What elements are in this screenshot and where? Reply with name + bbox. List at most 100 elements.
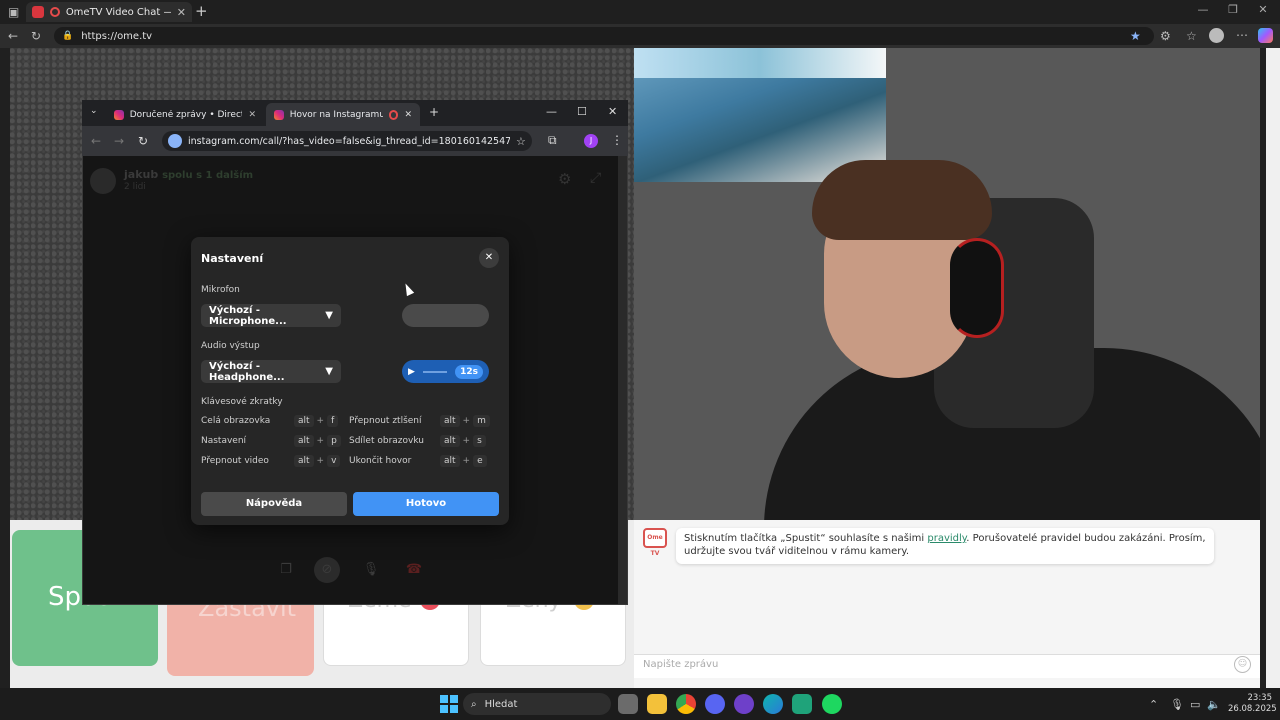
address-bar[interactable]: 🔒 https://ome.tv: [54, 27, 1154, 45]
more-menu-icon[interactable]: ⋮: [611, 133, 623, 147]
rules-text-prefix: Stisknutím tlačítka „Spustit“ souhlasíte…: [684, 533, 928, 544]
bookmark-star-icon[interactable]: ☆: [516, 135, 526, 148]
tab-search-icon[interactable]: ⌄: [90, 106, 98, 116]
close-icon[interactable]: ✕: [479, 248, 499, 268]
caller-with-text: spolu s 1 dalším: [162, 170, 254, 181]
instagram-address-bar[interactable]: instagram.com/call/?has_video=false&ig_t…: [162, 131, 532, 151]
instagram-tab-direct[interactable]: Doručené zprávy • Direct ✕: [106, 103, 264, 126]
audio-output-select[interactable]: Výchozí - Headphone... ▼: [201, 360, 341, 383]
share-screen-icon[interactable]: ❐: [273, 557, 299, 583]
new-tab-button[interactable]: +: [429, 105, 439, 119]
shortcut-key: alt: [294, 415, 314, 427]
taskbar-search-label: Hledat: [484, 698, 518, 710]
more-menu-icon[interactable]: ⋯: [1236, 28, 1248, 42]
shortcut-keys: alt + v: [294, 455, 341, 467]
minimize-button[interactable]: —: [1188, 3, 1218, 16]
windows-start-icon[interactable]: [440, 695, 458, 713]
tab-actions-icon[interactable]: ▣: [8, 5, 19, 19]
back-arrow-icon[interactable]: ←: [8, 29, 18, 43]
taskbar-clock[interactable]: 23:35 26.08.2025: [1228, 693, 1277, 715]
address-bar-url: https://ome.tv: [81, 30, 153, 42]
instagram-tab-call[interactable]: Hovor na Instagramu ✕: [266, 103, 420, 126]
new-tab-button[interactable]: +: [195, 2, 208, 20]
close-window-button[interactable]: ✕: [1248, 3, 1278, 16]
settings-gear-icon[interactable]: ⚙: [558, 170, 571, 188]
person-hair: [812, 160, 992, 240]
help-button[interactable]: Nápověda: [201, 492, 347, 516]
discord-icon[interactable]: [705, 694, 725, 714]
instagram-url: instagram.com/call/?has_video=false&ig_t…: [188, 135, 510, 147]
end-call-icon[interactable]: ☎: [401, 557, 427, 583]
chrome-icon[interactable]: [676, 694, 696, 714]
network-icon[interactable]: ▭: [1190, 698, 1200, 711]
rules-message: Stisknutím tlačítka „Spustit“ souhlasíte…: [676, 528, 1214, 564]
task-view-icon[interactable]: [618, 694, 638, 714]
edge-icon[interactable]: [763, 694, 783, 714]
message-input[interactable]: [634, 654, 1260, 678]
emoji-icon[interactable]: ☺: [1234, 656, 1251, 673]
recording-icon: [388, 109, 399, 120]
shortcut-key: s: [473, 435, 486, 447]
audio-output-select-value: Výchozí - Headphone...: [209, 360, 285, 383]
shortcut-plus: +: [316, 436, 325, 446]
app-icon[interactable]: [792, 694, 812, 714]
taskbar: [0, 688, 1280, 720]
shortcut-plus: +: [462, 456, 471, 466]
refresh-icon[interactable]: ↻: [138, 134, 148, 148]
chevron-up-icon[interactable]: ⌃: [1149, 698, 1158, 711]
file-explorer-icon[interactable]: [647, 694, 667, 714]
play-icon[interactable]: ▶: [408, 367, 415, 377]
forward-arrow-icon[interactable]: →: [114, 134, 124, 148]
shortcut-plus: +: [462, 416, 471, 426]
close-tab-icon[interactable]: ✕: [404, 110, 412, 120]
profile-avatar[interactable]: J: [584, 134, 598, 148]
recording-icon: [49, 7, 60, 17]
audio-output-label: Audio výstup: [201, 341, 260, 351]
video-off-icon[interactable]: ⊘: [314, 557, 340, 583]
rules-link[interactable]: pravidly: [927, 533, 966, 544]
microphone-icon[interactable]: 🎙: [1170, 698, 1184, 711]
close-tab-icon[interactable]: ✕: [248, 110, 256, 120]
shortcut-key: alt: [440, 415, 460, 427]
favorite-star-icon[interactable]: ★: [1130, 29, 1141, 43]
github-icon[interactable]: [734, 694, 754, 714]
shortcut-key: alt: [294, 455, 314, 467]
copilot-icon[interactable]: [1258, 28, 1273, 43]
shortcut-keys: alt + s: [440, 435, 486, 447]
profile-avatar[interactable]: [1209, 28, 1224, 43]
instagram-tab-direct-label: Doručené zprávy • Direct: [129, 109, 243, 120]
microphone-select[interactable]: Výchozí - Microphone... ▼: [201, 304, 341, 327]
page-scrollbar[interactable]: [1266, 48, 1280, 688]
instagram-tab-call-label: Hovor na Instagramu: [289, 109, 383, 120]
microphone-icon[interactable]: 🎙: [358, 557, 384, 583]
microphone-permission-icon[interactable]: [168, 134, 182, 148]
shortcut-name: Ukončit hovor: [349, 456, 412, 466]
shortcut-name: Celá obrazovka: [201, 416, 271, 426]
shortcut-key: alt: [440, 435, 460, 447]
microphone-level-meter: [402, 304, 489, 327]
done-button[interactable]: Hotovo: [353, 492, 499, 516]
spotify-icon[interactable]: [822, 694, 842, 714]
headphones: [950, 238, 1004, 338]
taskbar-search[interactable]: ⌕ Hledat: [463, 693, 611, 715]
minimize-button[interactable]: —: [546, 105, 557, 118]
close-window-button[interactable]: ✕: [608, 105, 617, 118]
restore-button[interactable]: ❐: [1218, 3, 1248, 16]
shortcut-key: v: [327, 455, 341, 467]
browser-tab-ometv[interactable]: OmeTV Video Chat — Ome ✕: [26, 2, 192, 22]
back-arrow-icon[interactable]: ←: [91, 134, 101, 148]
remote-video-feed: [634, 48, 1260, 520]
fullscreen-icon[interactable]: ⤢: [590, 170, 601, 186]
audio-test-player[interactable]: ▶ 12s: [402, 360, 489, 383]
maximize-button[interactable]: ☐: [577, 105, 587, 118]
close-tab-icon[interactable]: ✕: [177, 6, 186, 19]
extensions-icon[interactable]: ⚙: [1160, 29, 1171, 43]
instagram-scrollbar[interactable]: [618, 156, 627, 604]
audio-test-track: [422, 370, 448, 373]
refresh-icon[interactable]: ↻: [31, 29, 41, 43]
extensions-icon[interactable]: ⧉: [548, 133, 557, 148]
favorites-icon[interactable]: ☆: [1186, 29, 1197, 43]
shortcut-key: e: [473, 455, 487, 467]
volume-icon[interactable]: 🔈: [1207, 698, 1221, 711]
caller-avatar: [90, 168, 116, 194]
